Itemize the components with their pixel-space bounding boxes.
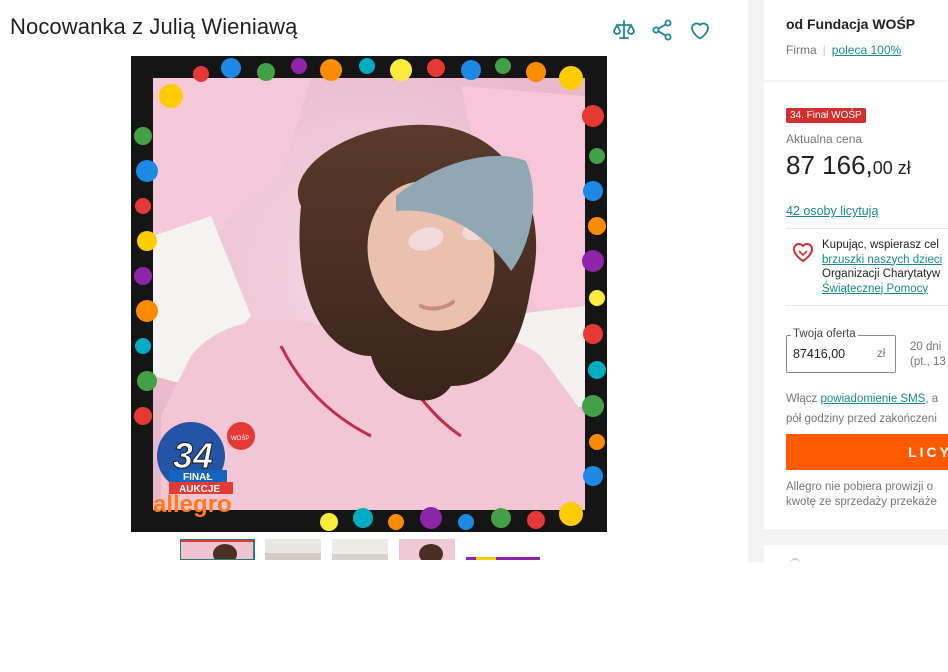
offer-currency: zł (877, 348, 886, 360)
time-remaining: 20 dni (pt., 13 (910, 340, 946, 370)
product-main-image[interactable]: 34 WOŚP FINAŁ AUKCJE allegro (131, 56, 607, 532)
charity-link-org[interactable]: Świątecznej Pomocy (822, 283, 928, 295)
charity-link-cause[interactable]: brzuszki naszych dzieci (822, 254, 942, 266)
bidders-link[interactable]: 42 osoby licytują (786, 204, 878, 218)
price-int: 87 166, (786, 150, 873, 180)
offer-input[interactable] (793, 347, 863, 361)
sms-link[interactable]: powiadomienie SMS (821, 393, 926, 405)
compare-icon[interactable] (612, 18, 636, 42)
seller-meta: Firma | poleca 100% (786, 43, 902, 57)
divider (786, 305, 948, 306)
seller-name[interactable]: od Fundacja WOŚP (786, 16, 915, 32)
sms-suffix: , a (925, 393, 939, 405)
loading-indicator (790, 558, 800, 564)
badge-number: 34 (173, 435, 213, 476)
sms-notice: Włącz powiadomienie SMS, a pół godziny p… (786, 389, 938, 429)
badge-line1: FINAŁ (183, 472, 212, 483)
campaign-badge: 34. Finał WOŚP (786, 108, 866, 123)
charity-line3: Organizacji Charytatyw (822, 268, 941, 280)
page-title: Nocowanka z Julią Wieniawą (10, 14, 298, 39)
thumbnail-strip (180, 539, 540, 560)
sms-prefix: Włącz (786, 393, 821, 405)
divider (786, 228, 948, 229)
thumbnail-3[interactable] (332, 539, 388, 560)
badge-brand: allegro (153, 491, 232, 518)
price-dec: 00 zł (872, 158, 911, 178)
seller-card (764, 0, 948, 80)
price-label: Aktualna cena (786, 132, 863, 146)
current-price: 87 166,00 zł (786, 150, 911, 181)
note-line2: kwotę ze sprzedaży przekaże (786, 495, 937, 508)
product-actions (612, 18, 712, 42)
sms-line2: pół godziny przed zakończeni (786, 413, 937, 425)
badge-heart-text: WOŚP (231, 434, 249, 442)
charity-heart-icon (792, 243, 814, 263)
charity-info: Kupując, wspierasz cel brzuszki naszych … (822, 238, 942, 296)
seller-type: Firma (786, 43, 817, 57)
time-line2: (pt., 13 (910, 356, 946, 368)
share-icon[interactable] (650, 18, 674, 42)
thumbnail-1[interactable] (180, 539, 255, 560)
bid-button[interactable]: LICY (786, 434, 948, 470)
charity-line1: Kupując, wspierasz cel (822, 239, 939, 251)
thumbnail-5[interactable] (466, 539, 540, 560)
thumbnail-2[interactable] (265, 539, 321, 560)
note-line1: Allegro nie pobiera prowizji o (786, 481, 934, 493)
bid-button-label: LICY (908, 444, 948, 460)
thumbnail-4[interactable] (399, 539, 455, 560)
seller-recommend-link[interactable]: poleca 100% (832, 43, 901, 57)
offer-field-label: Twoja oferta (791, 328, 858, 340)
heart-icon[interactable] (688, 18, 712, 42)
commission-note: Allegro nie pobiera prowizji o kwotę ze … (786, 480, 937, 509)
time-line1: 20 dni (910, 341, 942, 353)
product-photo: 34 WOŚP FINAŁ AUKCJE allegro (131, 56, 607, 532)
